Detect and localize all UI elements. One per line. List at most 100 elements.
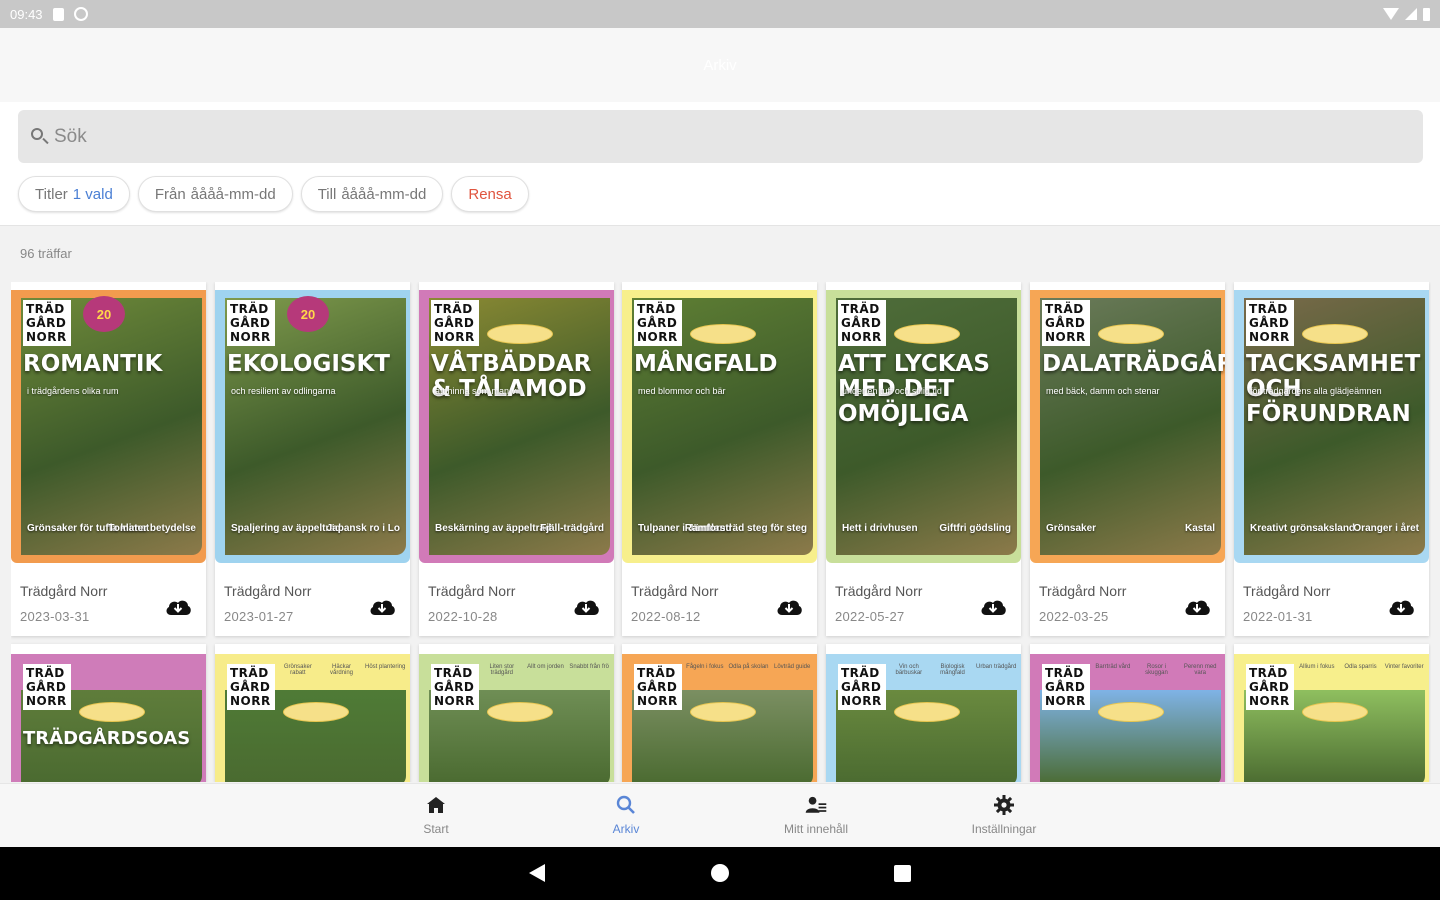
cover-topic: Biologisk mångfald bbox=[940, 664, 965, 676]
magazine-logo: TRÄD GÅRD NORR bbox=[1042, 664, 1090, 710]
cover-headline: EKOLOGISKT bbox=[227, 351, 390, 377]
cover-badge bbox=[1302, 702, 1368, 722]
search-panel: Titler 1 vald Från åååå-mm-dd Till åååå-… bbox=[0, 102, 1440, 226]
issues-grid: TRÄD GÅRD NORR 20 ROMANTIK i trädgårdens… bbox=[11, 282, 1431, 782]
issue-card[interactable]: TRÄD GÅRD NORR Barrträd vård Rosor i skug… bbox=[1030, 644, 1225, 782]
nav-settings-label: Inställningar bbox=[971, 822, 1037, 836]
issue-cover[interactable]: TRÄD GÅRD NORR Vin och bärbuskar Biologis… bbox=[826, 654, 1021, 782]
issue-card[interactable]: TRÄD GÅRD NORR Liten stor trädgård Allt o… bbox=[419, 644, 614, 782]
cloud-download-icon[interactable] bbox=[164, 597, 192, 617]
cloud-download-icon[interactable] bbox=[1183, 597, 1211, 617]
clear-filters-button[interactable]: Rensa bbox=[451, 176, 529, 212]
cover-teaser-left: Beskärning av äppelträd bbox=[435, 523, 552, 534]
issue-cover[interactable]: TRÄD GÅRD NORR Barrträd vård Rosor i skug… bbox=[1030, 654, 1225, 782]
issue-card[interactable]: TRÄD GÅRD NORR 20 EKOLOGISKT och resilie… bbox=[215, 282, 410, 636]
cover-badge bbox=[690, 324, 756, 344]
nav-my-content-label: Mitt innehåll bbox=[783, 822, 849, 836]
issue-title: Trädgård Norr bbox=[428, 583, 516, 599]
issue-cover[interactable]: TRÄD GÅRD NORR Fågeln i fokus Odla på sko… bbox=[622, 654, 817, 782]
issue-title: Trädgård Norr bbox=[224, 583, 312, 599]
cover-topic: Barrträd vård bbox=[1095, 664, 1131, 670]
issue-card[interactable]: TRÄD GÅRD NORR TACKSAMHET OCH FÖRUNDRAN … bbox=[1234, 282, 1429, 636]
from-date-label: Från bbox=[154, 185, 186, 203]
battery-icon bbox=[1423, 7, 1430, 21]
from-date-chip[interactable]: Från åååå-mm-dd bbox=[137, 176, 293, 212]
cover-teaser-right: Ramforsträd steg för steg bbox=[684, 523, 807, 534]
search-bar[interactable] bbox=[18, 110, 1423, 163]
cloud-download-icon[interactable] bbox=[979, 597, 1007, 617]
issue-cover[interactable]: TRÄD GÅRD NORR Liten stor trädgård Allt o… bbox=[419, 654, 614, 782]
cover-badge bbox=[1302, 324, 1368, 344]
to-date-chip[interactable]: Till åååå-mm-dd bbox=[300, 176, 444, 212]
issue-card[interactable]: TRÄD GÅRD NORR MÅNGFALD med blommor och … bbox=[622, 282, 817, 636]
cover-topic: Häckar vårdning bbox=[330, 664, 354, 676]
issue-card[interactable]: TRÄD GÅRD NORR Fågeln i fokus Odla på sko… bbox=[622, 644, 817, 782]
cover-badge bbox=[487, 324, 553, 344]
home-icon bbox=[427, 797, 445, 813]
cover-topic: Lövträd guide bbox=[773, 664, 811, 670]
issue-cover[interactable]: TRÄD GÅRD NORR Allium i fokus Odla sparri… bbox=[1234, 654, 1429, 782]
nav-my-content[interactable]: Mitt innehåll bbox=[756, 794, 876, 836]
cover-teaser-right: Kastal bbox=[1184, 523, 1215, 534]
cover-teaser-left: Grönsaker bbox=[1046, 523, 1097, 534]
status-time: 09:43 bbox=[10, 6, 43, 22]
recent-apps-icon[interactable] bbox=[894, 865, 911, 882]
magazine-logo: TRÄD GÅRD NORR bbox=[634, 300, 682, 346]
cover-subline: med blommor och bär bbox=[638, 386, 726, 396]
issue-date: 2022-03-25 bbox=[1039, 609, 1109, 624]
issue-title: Trädgård Norr bbox=[631, 583, 719, 599]
cloud-download-icon[interactable] bbox=[368, 597, 396, 617]
cover-badge bbox=[283, 702, 349, 722]
magazine-logo: TRÄD GÅRD NORR bbox=[1246, 664, 1294, 710]
nav-settings[interactable]: Inställningar bbox=[944, 794, 1064, 836]
issue-card[interactable]: TRÄD GÅRD NORR ATT LYCKAS MED DET OMÖJLI… bbox=[826, 282, 1021, 636]
cover-subline: för trädgårdens alla glädjeämnen bbox=[1250, 386, 1382, 396]
cloud-download-icon[interactable] bbox=[775, 597, 803, 617]
sync-icon bbox=[73, 7, 88, 21]
nav-archive[interactable]: Arkiv bbox=[566, 794, 686, 836]
issue-date: 2022-05-27 bbox=[835, 609, 905, 624]
search-input[interactable] bbox=[54, 125, 1354, 148]
system-navigation-bar bbox=[0, 847, 1440, 900]
issue-cover[interactable]: TRÄD GÅRD NORR ATT LYCKAS MED DET OMÖJLI… bbox=[826, 290, 1021, 563]
gear-icon bbox=[994, 795, 1014, 815]
cover-headline: MÅNGFALD bbox=[634, 351, 778, 377]
cover-headline: TRÄDGÅRDSOAS bbox=[23, 728, 191, 749]
back-icon[interactable] bbox=[529, 864, 545, 882]
cover-topic: Grönsaker rabatt bbox=[283, 664, 312, 676]
issue-card[interactable]: TRÄD GÅRD NORR Allium i fokus Odla sparri… bbox=[1234, 644, 1429, 782]
issue-cover[interactable]: TRÄD GÅRD NORR Grönsaker rabatt Häckar vå… bbox=[215, 654, 410, 782]
issue-cover[interactable]: TRÄD GÅRD NORR VÅTBÄDDAR & TÅLAMOD att h… bbox=[419, 290, 614, 563]
issue-card[interactable]: TRÄD GÅRD NORR TRÄDGÅRDSOAS bbox=[11, 644, 206, 782]
bottom-navigation: Start Arkiv Mitt innehåll Inställningar bbox=[0, 783, 1440, 847]
cover-teaser-right: Japansk ro i Lo bbox=[326, 523, 400, 534]
cover-badge bbox=[487, 702, 553, 722]
issue-card[interactable]: TRÄD GÅRD NORR DALATRÄDGÅRD med bäck, da… bbox=[1030, 282, 1225, 636]
issue-cover[interactable]: TRÄD GÅRD NORR MÅNGFALD med blommor och … bbox=[622, 290, 817, 563]
cloud-download-icon[interactable] bbox=[572, 597, 600, 617]
anniversary-badge: 20 bbox=[83, 296, 125, 332]
issue-cover[interactable]: TRÄD GÅRD NORR DALATRÄDGÅRD med bäck, da… bbox=[1030, 290, 1225, 563]
issue-card[interactable]: TRÄD GÅRD NORR Grönsaker rabatt Häckar vå… bbox=[215, 644, 410, 782]
cloud-download-icon[interactable] bbox=[1387, 597, 1415, 617]
issue-date: 2023-03-31 bbox=[20, 609, 90, 624]
issue-card[interactable]: TRÄD GÅRD NORR VÅTBÄDDAR & TÅLAMOD att h… bbox=[419, 282, 614, 636]
issue-title: Trädgård Norr bbox=[20, 583, 108, 599]
issue-card[interactable]: TRÄD GÅRD NORR Vin och bärbuskar Biologis… bbox=[826, 644, 1021, 782]
cover-subline: under en tuff och stilig tid bbox=[842, 386, 942, 396]
issue-cover[interactable]: TRÄD GÅRD NORR TRÄDGÅRDSOAS bbox=[11, 654, 206, 782]
titles-filter-chip[interactable]: Titler 1 vald bbox=[18, 176, 130, 212]
cover-headline: DALATRÄDGÅRD bbox=[1042, 351, 1225, 377]
issue-card[interactable]: TRÄD GÅRD NORR 20 ROMANTIK i trädgårdens… bbox=[11, 282, 206, 636]
nav-start[interactable]: Start bbox=[376, 794, 496, 836]
cover-teaser-left: Kreativt grönsaksland bbox=[1250, 523, 1356, 534]
cover-topic: Fågeln i fokus bbox=[686, 664, 724, 670]
issue-cover[interactable]: TRÄD GÅRD NORR 20 EKOLOGISKT och resilie… bbox=[215, 290, 410, 563]
magazine-logo: TRÄD GÅRD NORR bbox=[838, 300, 886, 346]
magazine-logo: TRÄD GÅRD NORR bbox=[431, 664, 479, 710]
home-button-icon[interactable] bbox=[711, 864, 729, 882]
cover-topics: Vin och bärbuskar Biologisk mångfald Urban… bbox=[888, 656, 1017, 690]
issue-cover[interactable]: TRÄD GÅRD NORR TACKSAMHET OCH FÖRUNDRAN … bbox=[1234, 290, 1429, 563]
cover-badge bbox=[894, 324, 960, 344]
issue-cover[interactable]: TRÄD GÅRD NORR 20 ROMANTIK i trädgårdens… bbox=[11, 290, 206, 563]
